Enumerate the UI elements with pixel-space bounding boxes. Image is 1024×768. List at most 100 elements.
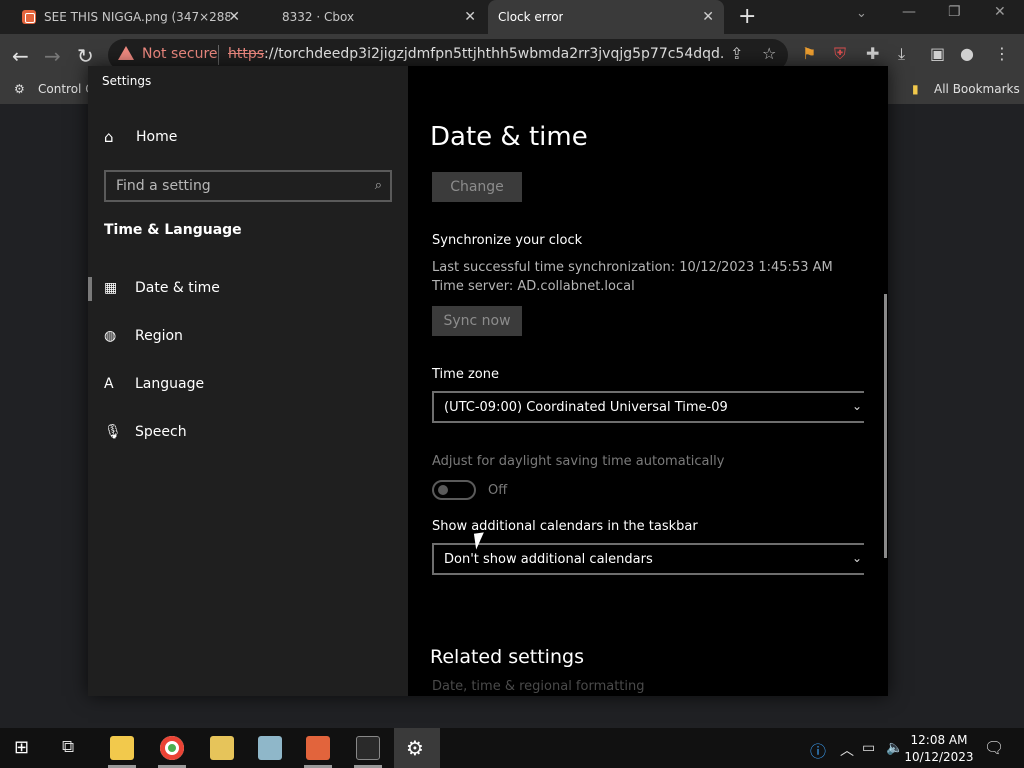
nav-label: Speech [135,424,187,440]
chevron-down-icon: ⌄ [851,551,862,565]
download-icon[interactable]: ⤓ [898,44,905,64]
settings-window: Settings ⌂ Home ⌕ Time & Language ▦ Date… [88,66,888,696]
screen: SEE THIS NIGGA.png (347×288) ✕ 8332 · Cb… [0,0,1024,768]
close-tab-icon[interactable]: ✕ [228,9,240,25]
nav-label: Date & time [135,280,220,296]
settings-gear-icon[interactable]: ⚙ [406,736,424,760]
bookmark-star-icon[interactable]: ☆ [762,44,776,63]
bookmarks-folder-icon[interactable]: ▮ [912,82,919,96]
mouse-cursor [473,532,487,550]
tab-title: 8332 · Cbox [282,10,355,24]
home-icon: ⌂ [104,128,114,146]
selected-indicator [88,277,92,301]
nav-label: Region [135,328,183,344]
new-tab-icon[interactable]: + [738,4,756,29]
close-tab-icon[interactable]: ✕ [702,9,714,25]
share-icon[interactable]: ⇪ [730,44,743,63]
clock-date: 10/12/2023 [904,750,974,764]
terminal-icon[interactable] [356,736,380,760]
reload-icon[interactable]: ↻ [77,44,94,68]
dst-state: Off [488,483,508,498]
close-browser-icon[interactable]: ✕ [994,4,1006,20]
section-title: Time & Language [104,222,242,238]
all-bookmarks[interactable]: All Bookmarks [934,82,1020,96]
change-button[interactable]: Change [432,172,522,202]
side-panel-icon[interactable]: ▣ [930,44,945,63]
clock-time: 12:08 AM [910,733,968,747]
minimize-browser-icon[interactable]: — [902,4,916,20]
forward-icon[interactable]: → [44,44,61,68]
help-icon[interactable]: ⓘ [810,738,826,762]
settings-search[interactable]: ⌕ [104,170,392,202]
scrollbar[interactable] [884,294,887,558]
nav-language[interactable]: A Language [104,376,204,392]
window-title: Settings [102,74,152,88]
close-tab-icon[interactable]: ✕ [464,9,476,25]
bookmark-control[interactable]: Control C [38,82,94,96]
calendars-heading: Show additional calendars in the taskbar [432,519,698,534]
network-icon[interactable]: ▭ [862,740,875,756]
task-view-icon[interactable]: ⧉ [62,737,74,757]
tab-clock-error[interactable]: Clock error ✕ [488,0,724,34]
tab-search-icon[interactable]: ⌄ [856,6,867,21]
settings-sidebar: Settings ⌂ Home ⌕ Time & Language ▦ Date… [88,66,408,696]
search-icon[interactable]: ⌕ [375,178,382,193]
xampp-icon[interactable] [306,736,330,760]
taskbar-clock[interactable]: 12:08 AM 10/12/2023 [904,732,974,766]
extensions-icon[interactable]: ✚ [866,44,879,63]
timezone-dropdown[interactable]: (UTC-09:00) Coordinated Universal Time-0… [432,391,864,423]
tab-title: SEE THIS NIGGA.png (347×288) [44,10,230,24]
nav-speech[interactable]: 🎙 Speech [104,424,187,440]
globe-icon: ◍ [104,328,117,344]
show-hidden-icons-icon[interactable]: ︿ [840,740,854,760]
character-app-icon[interactable] [258,736,282,760]
dst-heading: Adjust for daylight saving time automati… [432,454,725,469]
related-heading: Related settings [430,646,584,668]
home-nav[interactable]: ⌂ Home [104,128,177,146]
chevron-down-icon: ⌄ [851,399,862,413]
url-rest: ://torchdeedp3i2jigzjdmfpn5ttjhthh5wbmda… [264,46,723,62]
flag-extension-icon[interactable]: ⚑ [802,44,816,63]
calendars-value: Don't show additional calendars [444,551,653,567]
windows-start-icon[interactable]: ⊞ [14,737,29,758]
language-icon: A [104,376,114,392]
image-favicon-icon [22,10,36,24]
regional-formatting-link[interactable]: Date, time & regional formatting [432,679,645,694]
settings-content: Date & time Change Synchronize your cloc… [408,66,888,696]
nav-date-time[interactable]: ▦ Date & time [104,280,220,296]
nav-region[interactable]: ◍ Region [104,328,183,344]
tab-title: Clock error [498,10,564,24]
chrome-icon[interactable] [160,736,184,760]
microphone-icon: 🎙 [104,424,122,440]
warning-icon[interactable] [118,46,134,60]
calendar-clock-icon: ▦ [104,280,118,296]
last-sync-text: Last successful time synchronization: 10… [432,260,833,275]
calendars-dropdown[interactable]: Don't show additional calendars ⌄ [432,543,864,575]
menu-icon[interactable]: ⋮ [994,44,1010,63]
sync-now-button[interactable]: Sync now [432,306,522,336]
tab-image[interactable]: SEE THIS NIGGA.png (347×288) ✕ [10,0,250,34]
page-title: Date & time [430,122,588,152]
dst-toggle[interactable] [432,480,476,500]
timezone-value: (UTC-09:00) Coordinated Universal Time-0… [444,399,728,415]
tab-cbox[interactable]: 8332 · Cbox ✕ [258,0,486,34]
bookmark-control-icon[interactable]: ⚙ [14,82,25,96]
sync-heading: Synchronize your clock [432,233,583,248]
profile-icon[interactable]: ● [960,44,974,63]
timezone-heading: Time zone [432,367,499,382]
home-label: Home [136,129,178,145]
back-icon[interactable]: ← [12,44,29,68]
url-scheme: https [228,46,265,62]
url-text[interactable]: https://torchdeedp3i2jigzjdmfpn5ttjhthh5… [228,46,723,62]
file-explorer-icon[interactable] [110,736,134,760]
url-divider [218,45,219,65]
time-server-text: Time server: AD.collabnet.local [432,279,635,294]
volume-icon[interactable]: 🔈 [886,740,903,756]
shield-extension-icon[interactable]: ⛨ [834,44,846,64]
search-input[interactable] [106,172,390,200]
nav-label: Language [135,376,205,392]
restore-browser-icon[interactable]: ❐ [948,4,961,20]
security-label[interactable]: Not secure [142,46,218,62]
bee-app-icon[interactable] [210,736,234,760]
notifications-icon[interactable]: 🗨 [984,738,1004,757]
